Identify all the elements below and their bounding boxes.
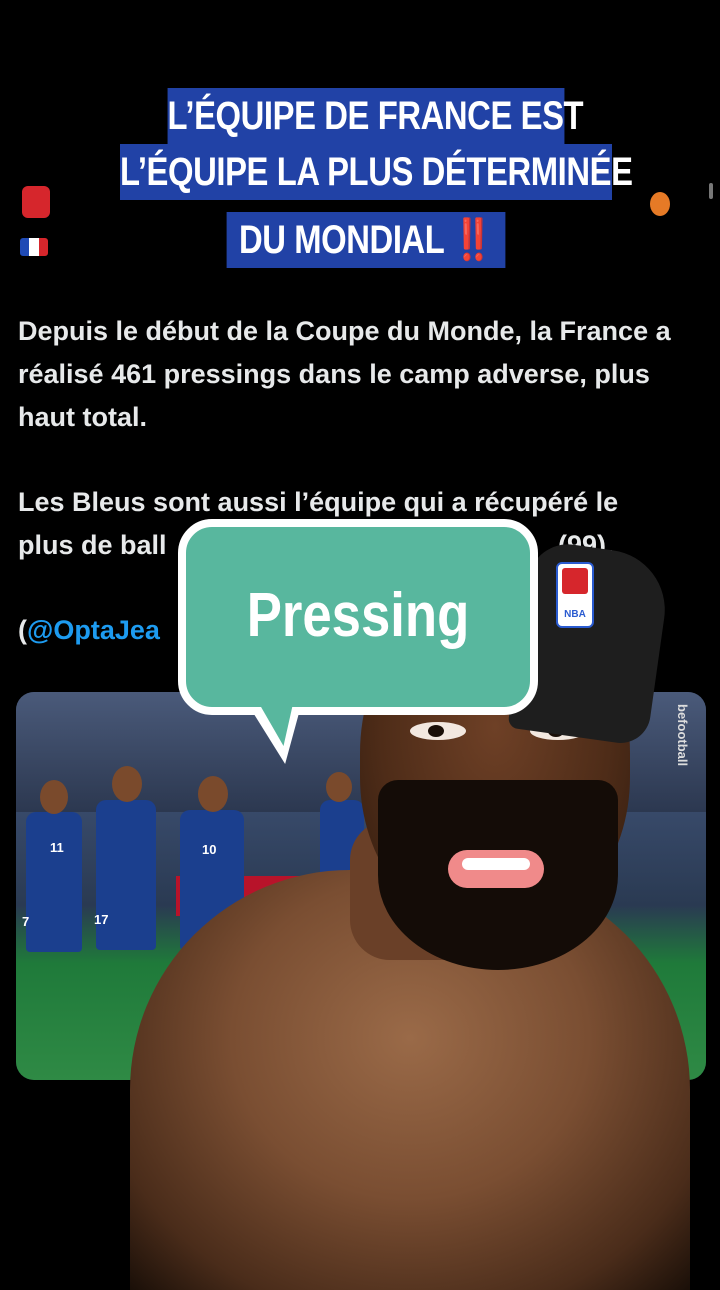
speech-bubble-text: Pressing xyxy=(246,581,470,650)
scroll-indicator xyxy=(709,183,713,199)
person-teeth xyxy=(462,858,530,870)
nba-logo-icon: NBA xyxy=(556,562,594,628)
speech-bubble-tail-fill xyxy=(260,706,300,746)
reaction-icon xyxy=(650,192,670,216)
tweet-paragraph-1: Depuis le début de la Coupe du Monde, la… xyxy=(18,316,671,432)
title-line-3: DU MONDIAL ‼️ xyxy=(226,212,506,268)
jersey-number: 7 xyxy=(22,914,30,929)
tweet-paragraph-2-line1: Les Bleus sont aussi l’équipe qui a récu… xyxy=(18,487,619,517)
france-flag-icon xyxy=(20,238,48,256)
person-eye-left xyxy=(410,722,466,740)
account-avatar-badge[interactable] xyxy=(22,186,50,218)
jersey-number: 11 xyxy=(50,840,64,855)
title-line-1: L’ÉQUIPE DE FRANCE EST xyxy=(167,88,584,144)
jersey-number: 17 xyxy=(94,912,109,927)
tweet-paragraph-2-line2-start: plus de ball xyxy=(18,530,167,560)
opta-mention-link[interactable]: @OptaJea xyxy=(27,615,160,645)
double-exclamation-icon: ‼️ xyxy=(452,218,494,262)
title-line-2: L’ÉQUIPE LA PLUS DÉTERMINÉE xyxy=(120,144,633,200)
